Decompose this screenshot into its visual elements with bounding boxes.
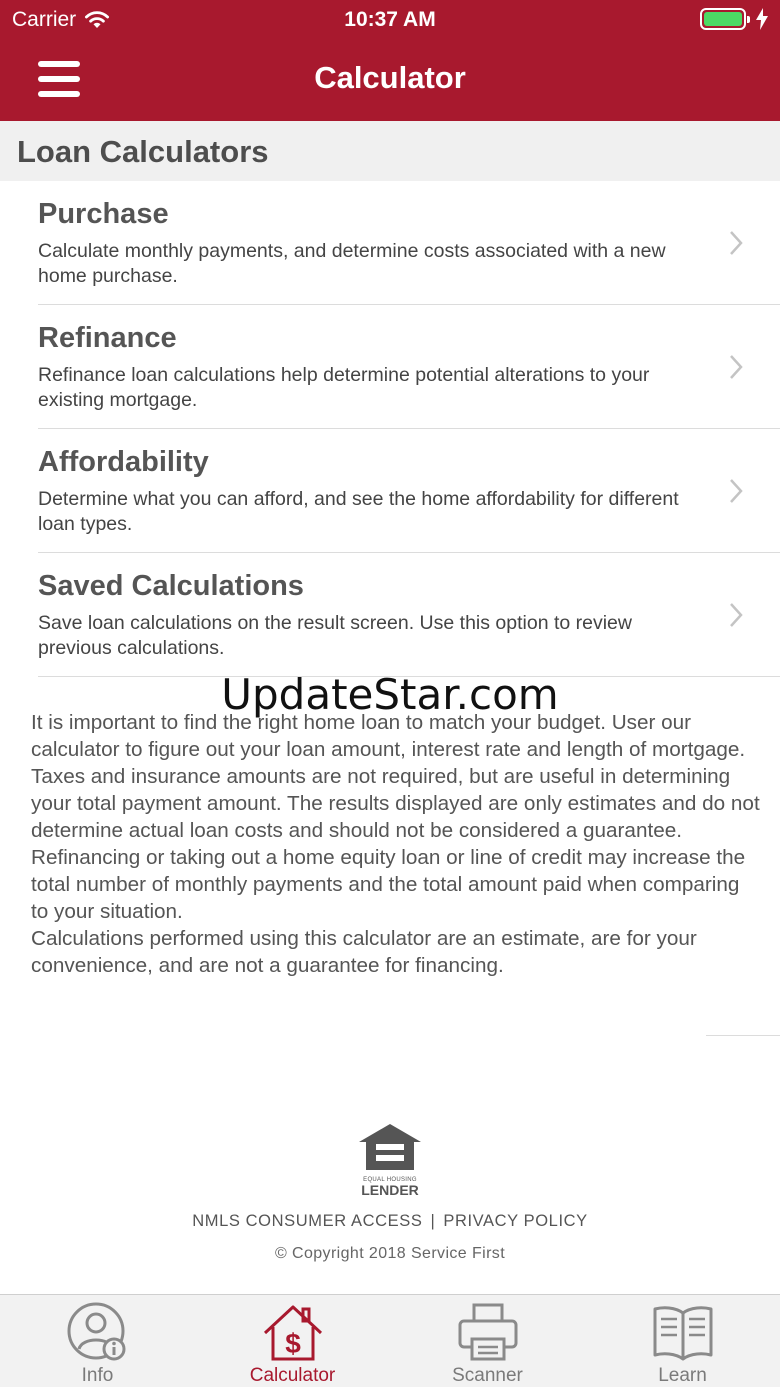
tab-learn[interactable]: Learn xyxy=(585,1295,780,1387)
tab-label: Info xyxy=(81,1365,114,1386)
tab-bar: Info $ Calculator Scanner Learn xyxy=(0,1294,780,1387)
link-separator: | xyxy=(430,1212,436,1230)
section-header: Loan Calculators xyxy=(0,121,780,181)
item-title: Saved Calculations xyxy=(38,570,304,602)
item-title: Affordability xyxy=(38,446,209,478)
chevron-right-icon xyxy=(730,231,743,255)
list-item-affordability[interactable]: Affordability Determine what you can aff… xyxy=(0,429,780,553)
tab-label: Calculator xyxy=(249,1365,336,1386)
nmls-consumer-access-link[interactable]: NMLS CONSUMER ACCESS xyxy=(192,1212,422,1230)
item-description: Refinance loan calculations help determi… xyxy=(38,364,650,411)
item-title: Purchase xyxy=(38,198,169,230)
charging-bolt-icon xyxy=(756,8,768,30)
equal-housing-lender-logo: EQUAL HOUSING LENDER xyxy=(357,1122,423,1197)
svg-text:$: $ xyxy=(285,1328,301,1359)
equal-housing-house-icon xyxy=(359,1124,421,1170)
book-icon xyxy=(653,1306,712,1361)
disclaimer-text: It is important to find the right home l… xyxy=(31,709,761,979)
chevron-right-icon xyxy=(730,603,743,627)
section-title: Loan Calculators xyxy=(17,134,269,169)
calculator-list: Purchase Calculate monthly payments, and… xyxy=(0,181,780,677)
tab-label: Learn xyxy=(658,1365,707,1386)
copyright: © Copyright 2018 Service First xyxy=(274,1245,506,1262)
chevron-right-icon xyxy=(730,479,743,503)
status-bar: Carrier 10:37 AM xyxy=(0,0,780,40)
disclaimer-paragraph: It is important to find the right home l… xyxy=(31,711,760,923)
user-info-icon xyxy=(67,1302,125,1361)
page-title: Calculator xyxy=(314,60,466,95)
watermark: UpdateStar.com xyxy=(221,670,559,719)
printer-icon xyxy=(458,1303,517,1361)
tab-info[interactable]: Info xyxy=(0,1295,195,1387)
divider xyxy=(706,1035,780,1036)
item-description: Calculate monthly payments, and determin… xyxy=(38,240,666,287)
tab-scanner[interactable]: Scanner xyxy=(390,1295,585,1387)
tab-calculator[interactable]: $ Calculator xyxy=(195,1295,390,1387)
item-title: Refinance xyxy=(38,322,177,354)
disclaimer-paragraph: Calculations performed using this calcul… xyxy=(31,927,697,977)
tab-label: Scanner xyxy=(452,1365,523,1386)
footer-links: NMLS CONSUMER ACCESS | PRIVACY POLICY xyxy=(0,1212,780,1231)
list-item-purchase[interactable]: Purchase Calculate monthly payments, and… xyxy=(0,181,780,305)
battery-icon xyxy=(700,8,750,30)
privacy-policy-link[interactable]: PRIVACY POLICY xyxy=(443,1212,587,1230)
item-description: Determine what you can afford, and see t… xyxy=(38,488,679,535)
house-dollar-icon: $ xyxy=(263,1305,322,1361)
item-description: Save loan calculations on the result scr… xyxy=(38,612,632,659)
list-item-refinance[interactable]: Refinance Refinance loan calculations he… xyxy=(0,305,780,429)
app-header: Carrier 10:37 AM Calculator xyxy=(0,0,780,121)
battery-indicator xyxy=(700,8,768,30)
list-item-saved-calculations[interactable]: Saved Calculations Save loan calculation… xyxy=(0,553,780,677)
chevron-right-icon xyxy=(730,355,743,379)
status-time: 10:37 AM xyxy=(344,8,436,31)
ehl-line2: LENDER xyxy=(361,1182,419,1198)
